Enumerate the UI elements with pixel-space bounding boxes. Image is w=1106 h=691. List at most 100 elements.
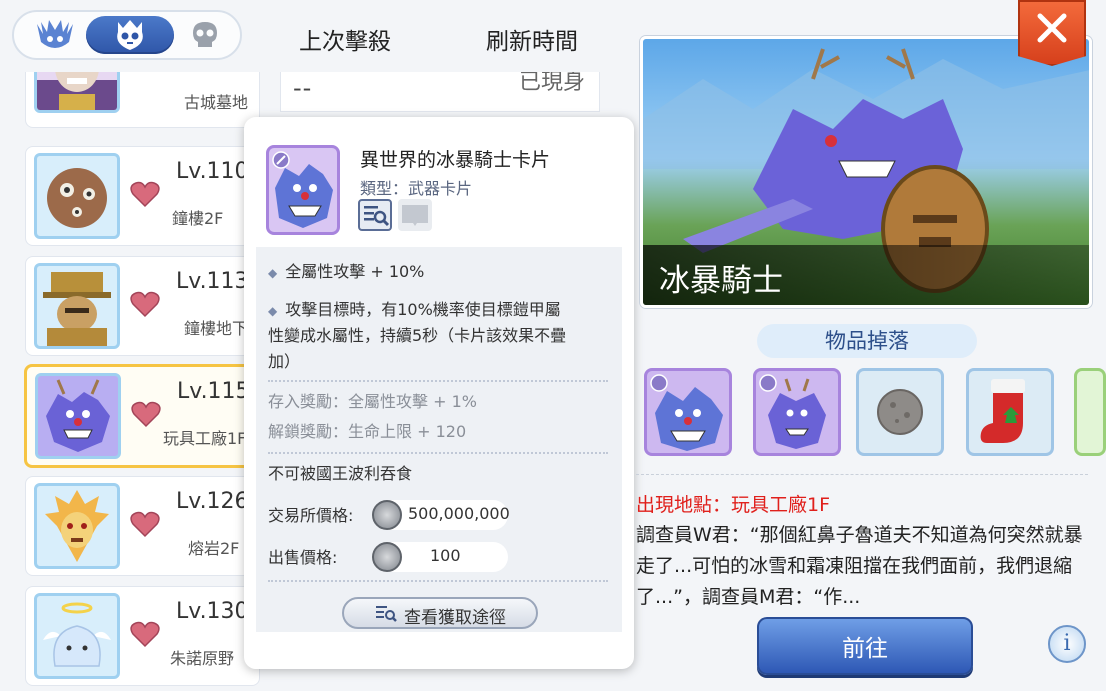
boss-portrait	[34, 153, 120, 239]
divider	[636, 474, 1088, 475]
effect-line-cont: 性變成水屬性，持續5秒（卡片該效果不疊	[268, 326, 567, 345]
rock-monster-image	[47, 168, 107, 228]
favorite-heart-icon[interactable]	[130, 290, 160, 318]
sell-price-box: 100	[372, 542, 508, 572]
category-tabs	[12, 10, 242, 60]
sell-price-label: 出售價格:	[268, 548, 338, 567]
favorite-heart-icon[interactable]	[130, 180, 160, 208]
list-item-kill-info: -- 已現身	[280, 72, 600, 112]
go-button[interactable]: 前往	[757, 617, 973, 675]
drop-item[interactable]	[966, 368, 1054, 456]
boss-description: 調查員W君：“那個紅鼻子魯道夫不知道為何突然就暴走了...可怕的冰雪和霜凍阻擋在…	[636, 524, 1083, 608]
boss-name: 冰暴騎士	[659, 263, 783, 299]
boss-level: Lv.126	[176, 489, 249, 514]
deposit-reward: 存入獎勵：全屬性攻擊 + 1%	[268, 392, 477, 411]
effect-line-cont: 加）	[268, 352, 301, 371]
boss-portrait	[34, 72, 120, 113]
zeny-coin-icon	[372, 500, 402, 530]
card-drop-icon	[650, 374, 723, 451]
effect-text: 攻擊目標時，有10%機率使目標鎧甲屬	[285, 300, 561, 319]
ice-storm-knight-card-image	[272, 151, 333, 228]
exchange-price-value: 500,000,000	[408, 504, 510, 523]
ice-storm-knight-image	[46, 379, 110, 452]
magnifier-list-icon	[364, 206, 390, 227]
divider	[268, 380, 608, 382]
skeleton-mage-image	[37, 72, 117, 110]
boss-portrait	[35, 373, 121, 459]
boss-name-band: 冰暴騎士	[643, 245, 1089, 305]
boss-level: Lv.115	[177, 379, 250, 404]
boss-location: 古城墓地	[184, 93, 249, 112]
album-icon	[402, 205, 428, 226]
sell-price-value: 100	[430, 546, 461, 565]
last-kill-value: --	[293, 74, 313, 102]
boss-level: Lv.130	[176, 599, 249, 624]
list-item[interactable]: Lv.130 朱諾原野	[25, 586, 260, 686]
drop-item[interactable]	[1074, 368, 1106, 456]
header-last-kill: 上次擊殺	[299, 29, 391, 55]
boss-portrait	[34, 263, 120, 349]
drop-item[interactable]	[644, 368, 732, 456]
exchange-price-label: 交易所價格:	[268, 506, 354, 525]
tab-mini-boss[interactable]	[86, 16, 174, 54]
divider	[268, 580, 608, 582]
list-item-selected[interactable]: Lv.115 玩具工廠1F	[24, 364, 264, 468]
drop-item[interactable]	[856, 368, 944, 456]
demon-skull-icon	[37, 20, 73, 48]
favorite-heart-icon[interactable]	[130, 620, 160, 648]
view-source-button[interactable]: 查看獲取途徑	[342, 597, 538, 629]
list-item[interactable]: Lv.113 鐘樓地下	[25, 256, 260, 356]
zeny-coin-icon	[372, 542, 402, 572]
not-eaten-note: 不可被國王波利吞食	[268, 464, 413, 483]
close-button[interactable]	[1018, 0, 1086, 66]
skull-icon	[193, 22, 217, 47]
card-drop-icon	[759, 374, 826, 449]
header-refresh-time: 刷新時間	[486, 29, 578, 55]
christmas-stocking-icon	[980, 379, 1025, 443]
card-effect-panel: ◆ 全屬性攻擊 + 10% ◆ 攻擊目標時，有10%機率使目標鎧甲屬 性變成水屬性，…	[256, 247, 622, 632]
crowned-skull-icon	[117, 20, 143, 50]
bullet-icon: ◆	[268, 266, 278, 280]
boss-location: 玩具工廠1F	[163, 429, 247, 448]
card-album-button[interactable]	[398, 199, 432, 231]
view-source-label: 查看獲取途徑	[404, 608, 506, 628]
magnifier-list-icon	[376, 606, 397, 622]
close-icon	[1037, 13, 1067, 43]
boss-artwork: 冰暴騎士	[640, 36, 1092, 308]
boss-level: Lv.113	[176, 269, 249, 294]
boss-portrait	[34, 593, 120, 679]
card-type: 類型：武器卡片	[360, 179, 473, 198]
boss-location: 鐘樓地下	[184, 319, 249, 338]
unlock-reward: 解鎖獎勵：生命上限 + 120	[268, 422, 467, 441]
list-item[interactable]: Lv.110 鐘樓2F	[25, 146, 260, 246]
divider	[268, 452, 608, 454]
card-name: 異世界的冰暴騎士卡片	[360, 149, 551, 171]
boss-location: 鐘樓2F	[172, 209, 224, 228]
inspect-card-button[interactable]	[358, 199, 392, 231]
golden-knight-image	[43, 272, 111, 346]
bullet-icon: ◆	[268, 304, 278, 318]
drops-title: 物品掉落	[757, 324, 977, 358]
spawn-location: 出現地點：玩具工廠1F	[636, 494, 831, 516]
angel-poring-image	[43, 602, 111, 667]
favorite-heart-icon[interactable]	[130, 510, 160, 538]
list-item[interactable]: Lv.126 熔岩2F	[25, 476, 260, 576]
boss-location: 朱諾原野	[170, 649, 235, 668]
tab-monster[interactable]	[174, 16, 236, 54]
effect-text: 全屬性攻擊 + 10%	[285, 262, 425, 281]
spawn-status: 已現身	[518, 72, 585, 95]
tab-mvp[interactable]	[22, 16, 88, 54]
drop-item[interactable]	[753, 368, 841, 456]
fire-demon-image	[45, 490, 109, 562]
boss-portrait	[34, 483, 120, 569]
boss-location: 熔岩2F	[188, 539, 240, 558]
info-button[interactable]: i	[1048, 625, 1086, 663]
effect-line: ◆ 攻擊目標時，有10%機率使目標鎧甲屬	[268, 297, 561, 324]
exchange-price-box: 500,000,000	[372, 500, 510, 530]
stone-orb-icon	[877, 389, 923, 435]
card-tooltip: 異世界的冰暴騎士卡片 類型：武器卡片 ◆ 全屬性攻擊 + 10% ◆ 攻擊目標時，有…	[244, 117, 634, 669]
list-item[interactable]: 古城墓地	[25, 72, 260, 128]
boss-level: Lv.110	[176, 159, 249, 184]
favorite-heart-icon[interactable]	[131, 400, 161, 428]
effect-line: ◆ 全屬性攻擊 + 10%	[268, 259, 424, 286]
